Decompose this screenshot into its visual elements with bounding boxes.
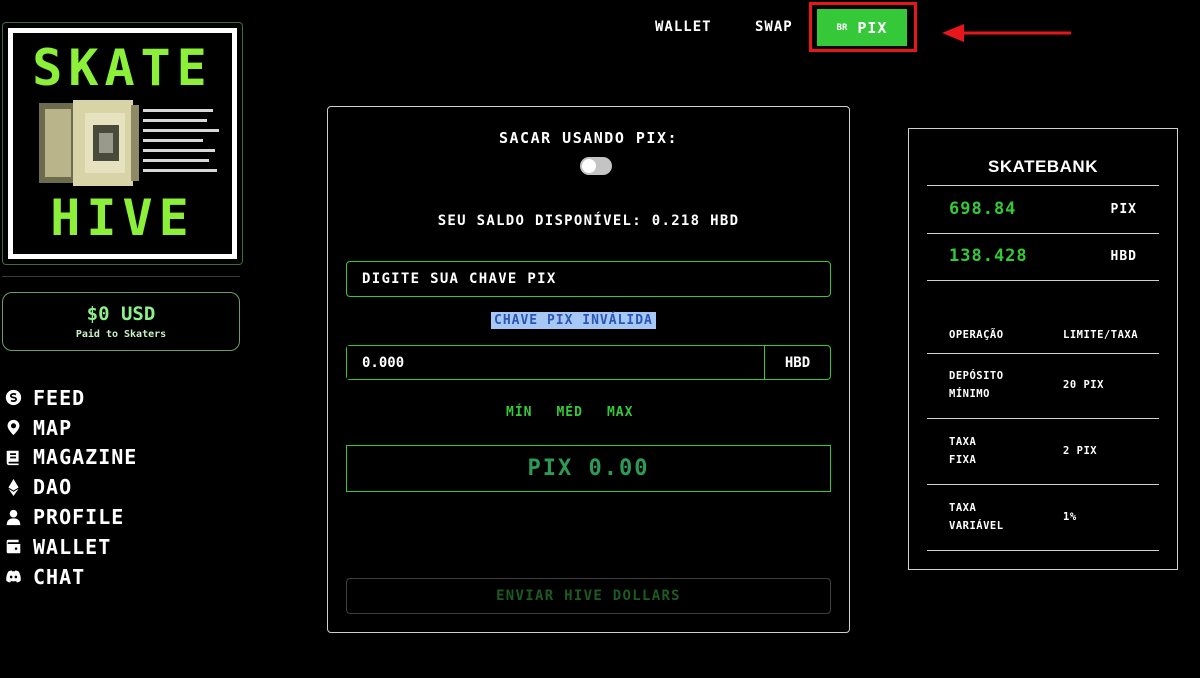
divider <box>927 280 1159 281</box>
divider <box>927 550 1159 551</box>
sidebar-item-map[interactable]: MAP <box>4 413 137 443</box>
tab-pix-label: PIX <box>857 18 888 37</box>
operation-line1: TAXA <box>949 502 977 514</box>
balance-value: 698.84 <box>949 199 1017 219</box>
preset-med-button[interactable]: MÉD <box>556 405 582 420</box>
pix-toggle-label: SACAR USANDO PIX: <box>498 129 679 147</box>
sidebar-item-label: MAGAZINE <box>33 445 138 470</box>
sidebar-item-chat[interactable]: CHAT <box>4 562 137 592</box>
amount-input[interactable] <box>347 346 765 379</box>
ethereum-icon <box>4 477 22 497</box>
operation-line2: FIXA <box>949 454 977 466</box>
logo-frame[interactable]: SKATE HIVE <box>2 22 243 265</box>
paid-to-skaters-card: $0 USD Paid to Skaters <box>2 292 240 351</box>
sidebar-item-feed[interactable]: FEED <box>4 383 137 413</box>
usd-value: $0 USD <box>86 303 156 325</box>
tab-wallet[interactable]: WALLET <box>655 19 712 35</box>
balance-value: 138.428 <box>949 246 1028 266</box>
map-pin-icon <box>4 418 22 438</box>
operation-cell: TAXA FIXA <box>949 433 1063 469</box>
logo-text-bottom: HIVE <box>50 189 195 247</box>
balance-hbd-row: 138.428 HBD <box>949 246 1149 266</box>
divider <box>927 418 1159 419</box>
operation-line2: VARIÁVEL <box>949 520 1004 532</box>
logo-text-top: SKATE <box>32 39 213 97</box>
sidebar-item-label: PROFILE <box>33 505 125 530</box>
pix-withdraw-panel: SACAR USANDO PIX: SEU SALDO DISPONÍVEL: … <box>327 106 850 633</box>
sidebar-item-magazine[interactable]: MAGAZINE <box>4 443 137 473</box>
user-icon <box>4 507 22 527</box>
usd-caption: Paid to Skaters <box>75 329 167 340</box>
sidebar-item-label: DAO <box>33 475 73 500</box>
sidebar-item-label: CHAT <box>33 564 86 589</box>
annotation-arrow-icon <box>942 24 1071 42</box>
divider <box>927 185 1159 186</box>
operation-cell: TAXA VARIÁVEL <box>949 499 1063 535</box>
sidebar-item-dao[interactable]: DAO <box>4 472 137 502</box>
skate-coin-icon <box>4 388 22 408</box>
discord-icon <box>4 567 22 587</box>
limit-cell: 1% <box>1063 511 1077 523</box>
table-row: TAXA FIXA 2 PIX <box>949 433 1149 469</box>
skatehive-logo: SKATE HIVE <box>8 28 237 259</box>
operation-line2: MÍNIMO <box>949 388 990 400</box>
divider <box>927 233 1159 234</box>
divider <box>927 484 1159 485</box>
send-hive-dollars-button[interactable]: ENVIAR HIVE DOLLARS <box>346 578 831 614</box>
operation-line1: TAXA <box>949 436 977 448</box>
sidebar-divider <box>2 276 240 277</box>
sidebar-item-label: WALLET <box>33 534 112 559</box>
amount-field: HBD <box>346 345 831 380</box>
tab-swap[interactable]: SWAP <box>755 19 793 35</box>
invalid-key-message: CHAVE PIX INVÁLIDA <box>491 312 656 329</box>
sidebar-item-label: MAP <box>33 415 73 440</box>
balance-pix-row: 698.84 PIX <box>949 199 1149 219</box>
preset-min-button[interactable]: MÍN <box>506 405 532 420</box>
header-operation: OPERAÇÃO <box>949 329 1004 341</box>
amount-presets: MÍN MÉD MAX <box>506 405 633 420</box>
operation-cell: DEPÓSITO MÍNIMO <box>949 367 1063 403</box>
book-icon <box>4 447 22 467</box>
sidebar-item-profile[interactable]: PROFILE <box>4 502 137 532</box>
sidebar-item-label: FEED <box>33 385 86 410</box>
divider <box>927 353 1159 354</box>
balance-currency: PIX <box>1110 201 1137 217</box>
table-row: TAXA VARIÁVEL 1% <box>949 499 1149 535</box>
sidebar-nav: FEED MAP MAGAZINE DAO PROFILE WALLET CHA… <box>4 383 137 592</box>
pix-amount-display: PIX 0.00 <box>346 445 831 492</box>
balance-currency: HBD <box>1110 248 1137 264</box>
amount-currency: HBD <box>784 354 811 371</box>
table-row: DEPÓSITO MÍNIMO 20 PIX <box>949 367 1149 403</box>
skatebank-title: SKATEBANK <box>988 157 1098 176</box>
pix-key-input[interactable] <box>346 261 831 297</box>
wallet-icon <box>4 537 22 557</box>
sidebar-item-wallet[interactable]: WALLET <box>4 532 137 562</box>
brazil-flag-icon: BR <box>836 22 848 33</box>
available-balance: SEU SALDO DISPONÍVEL: 0.218 HBD <box>437 213 740 229</box>
tab-pix[interactable]: BR PIX <box>817 9 907 46</box>
pix-withdraw-toggle[interactable] <box>580 157 612 175</box>
table-header: OPERAÇÃO LIMITE/TAXA <box>949 326 1149 344</box>
skatebank-card: SKATEBANK 698.84 PIX 138.428 HBD OPERAÇÃ… <box>908 128 1178 570</box>
operation-line1: DEPÓSITO <box>949 370 1004 382</box>
header-limit: LIMITE/TAXA <box>1063 329 1139 341</box>
limit-cell: 20 PIX <box>1063 379 1104 391</box>
skate-wheel-icon <box>39 100 219 186</box>
limit-cell: 2 PIX <box>1063 445 1098 457</box>
toggle-knob <box>582 159 596 173</box>
preset-max-button[interactable]: MAX <box>607 405 633 420</box>
